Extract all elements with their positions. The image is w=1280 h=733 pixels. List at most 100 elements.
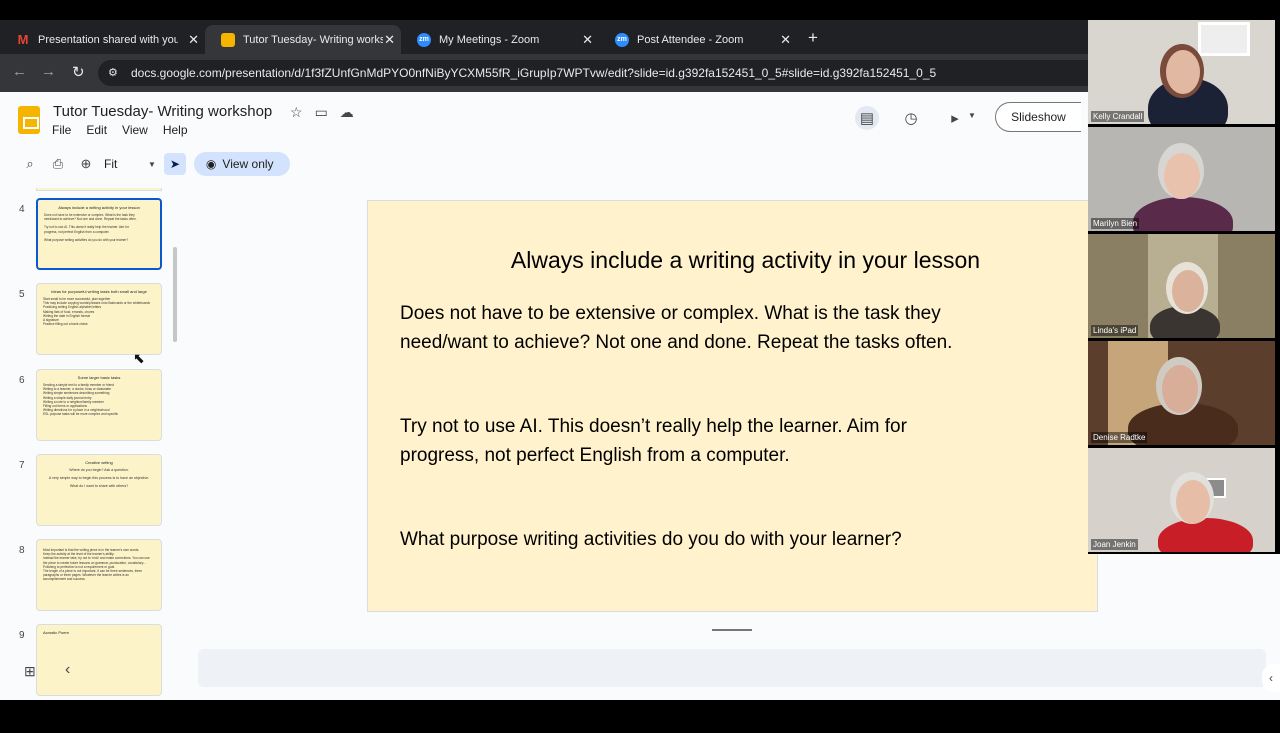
slide-line: need/want to achieve? Not one and done. … [400,332,953,353]
participant-tile[interactable]: Denise Radtke [1088,341,1275,445]
close-icon[interactable]: ✕ [582,32,593,48]
document-title[interactable]: Tutor Tuesday- Writing workshop [53,103,272,120]
folder-icon[interactable]: ▭ [315,104,328,121]
speaker-notes[interactable] [198,649,1266,687]
slide-line: progress, not perfect English from a com… [400,445,790,466]
slide-thumbnail[interactable]: Ideas for purposeful writing tasks both … [36,283,162,355]
participant-tile[interactable]: Marilyn Bien [1088,127,1275,231]
slide-title: Always include a writing activity in you… [510,247,981,273]
zoom-icon: zm [417,32,431,47]
cloud-status-icon[interactable]: ☁ [340,104,354,121]
slide-paragraph-2: Try not to use AI. This doesn’t really h… [400,412,1080,470]
speaker-notes-handle[interactable] [712,629,752,631]
star-icon[interactable]: ☆ [290,104,303,121]
slide-thumbnail[interactable]: Some larger basic tasks Sending a simple … [36,369,162,441]
participant-face [1172,270,1204,312]
participant-tile[interactable]: Joan Jenkin [1088,448,1275,552]
title-actions: ☆ ▭ ☁ [290,104,354,121]
reload-icon[interactable]: ↻ [72,63,85,81]
zoom-select[interactable]: Fit [104,157,148,171]
search-icon[interactable]: ⌕ [16,156,44,172]
video-call-icon[interactable]: ▸ [943,106,967,130]
menu-help[interactable]: Help [163,123,188,137]
url-field[interactable]: ⚙ docs.google.com/presentation/d/1f3fZUn… [98,60,1088,86]
slide-thumbnail-partial[interactable] [36,188,162,191]
thumbnail-title: Ideas for purposeful writing tasks both … [51,289,147,294]
browser-tab-bar: M Presentation shared with you: " ✕ Tuto… [0,20,1088,54]
chevron-down-icon[interactable]: ▼ [968,111,976,120]
tab-title: My Meetings - Zoom [439,33,540,46]
view-only-button[interactable]: ◉ View only [193,152,290,176]
new-tab-icon[interactable]: + [808,28,818,48]
zoom-video-gallery: Kelly Crandall Marilyn Bien Linda's iPad… [1088,20,1280,554]
slide-thumbnail-row: 7 Creative writing Where do you begin? Ask… [0,454,190,530]
slide-number: 4 [19,204,25,215]
slide-thumbnail[interactable]: Creative writing Where do you begin? Ask … [36,454,162,526]
tab-slides[interactable]: Tutor Tuesday- Writing worksh ✕ [205,25,401,54]
participant-face [1164,153,1200,199]
tab-my-meetings[interactable]: zm My Meetings - Zoom ✕ [401,25,599,54]
tab-title: Tutor Tuesday- Writing worksh [243,33,383,46]
slides-logo-icon[interactable] [18,106,40,134]
slide-thumbnail-row: 8 Most important is that the writing piec… [0,539,190,615]
slide-canvas: Always include a writing activity in you… [367,200,1098,612]
presenter-icon[interactable]: ▤ [855,106,879,130]
chevron-down-icon[interactable]: ▼ [148,160,156,169]
bottom-bar: ⊞ ‹ [0,649,1280,700]
back-icon[interactable]: ← [12,63,27,80]
thumbnail-title: Some larger basic tasks [77,375,121,380]
select-pointer-icon[interactable]: ➤ [163,153,186,175]
chevron-left-icon[interactable]: ‹ [65,661,70,679]
menu-view[interactable]: View [122,123,148,137]
gmail-icon: M [17,32,29,47]
slideshow-button[interactable]: Slideshow [995,102,1081,132]
filmstrip-scrollbar[interactable] [173,247,177,342]
mouse-cursor-icon: ⬉ [133,350,145,366]
wall-picture [1198,22,1250,56]
close-icon[interactable]: ✕ [384,32,395,48]
participant-name: Marilyn Bien [1091,218,1140,229]
address-bar: ← → ↻ ⚙ docs.google.com/presentation/d/1… [0,54,1088,92]
site-info-icon[interactable]: ⚙ [108,66,118,79]
grid-view-icon[interactable]: ⊞ [24,663,36,680]
zoom-icon[interactable]: ⊕ [72,156,100,172]
thumbnail-line: Practice filling out a bank check [43,322,88,327]
print-icon[interactable]: ⎙ [44,156,72,172]
slide-thumbnail[interactable]: Always include a writing activity in you… [36,198,162,270]
participant-body [1133,197,1233,231]
participant-name: Kelly Crandall [1091,111,1145,122]
slide-thumbnail-row: 4 Always include a writing activity in yo… [0,198,190,274]
history-icon[interactable]: ◷ [899,106,923,130]
slide-number: 8 [19,545,25,556]
tab-post-attendee[interactable]: zm Post Attendee - Zoom ✕ [599,25,797,54]
participant-name: Denise Radtke [1091,432,1148,443]
side-panel-toggle-icon[interactable]: ‹ [1262,664,1280,692]
participant-face [1162,365,1198,413]
url-text: docs.google.com/presentation/d/1f3fZUnfG… [131,66,937,80]
menu-edit[interactable]: Edit [86,123,107,137]
thumbnail-line: A very simple way to begin this process … [48,476,150,481]
slide-paragraph-1: Does not have to be extensive or complex… [400,299,1080,357]
slide-thumbnail-row: 6 Some larger basic tasks Sending a simple… [0,369,190,445]
participant-tile[interactable]: Kelly Crandall [1088,20,1275,124]
menu-bar: File Edit View Help [52,123,188,137]
menu-file[interactable]: File [52,123,71,137]
close-icon[interactable]: ✕ [188,32,199,48]
forward-icon[interactable]: → [41,63,56,80]
zoom-icon: zm [615,32,629,47]
participant-body [1158,518,1253,552]
eye-icon: ◉ [205,157,217,171]
slide-thumbnail[interactable]: Most important is that the writing piece… [36,539,162,611]
slide-number: 6 [19,375,25,386]
thumbnail-title: Creative writing [85,460,113,465]
participant-face [1166,50,1200,94]
tab-gmail[interactable]: M Presentation shared with you: " ✕ [0,25,205,54]
thumbnail-line: ESL purpose tasks will be more complex a… [43,412,118,417]
close-icon[interactable]: ✕ [780,32,791,48]
thumbnail-line: What do I want to share with others? [69,484,129,489]
thumbnail-line: Instead the learner take, try not to 're… [43,556,150,561]
tab-title: Presentation shared with you: " [38,33,178,46]
participant-tile[interactable]: Linda's iPad [1088,234,1275,338]
slide-line: Does not have to be extensive or complex… [400,303,941,324]
toolbar: ⌕ ⎙ ⊕ Fit ▼ ➤ ◉ View only [16,151,316,177]
